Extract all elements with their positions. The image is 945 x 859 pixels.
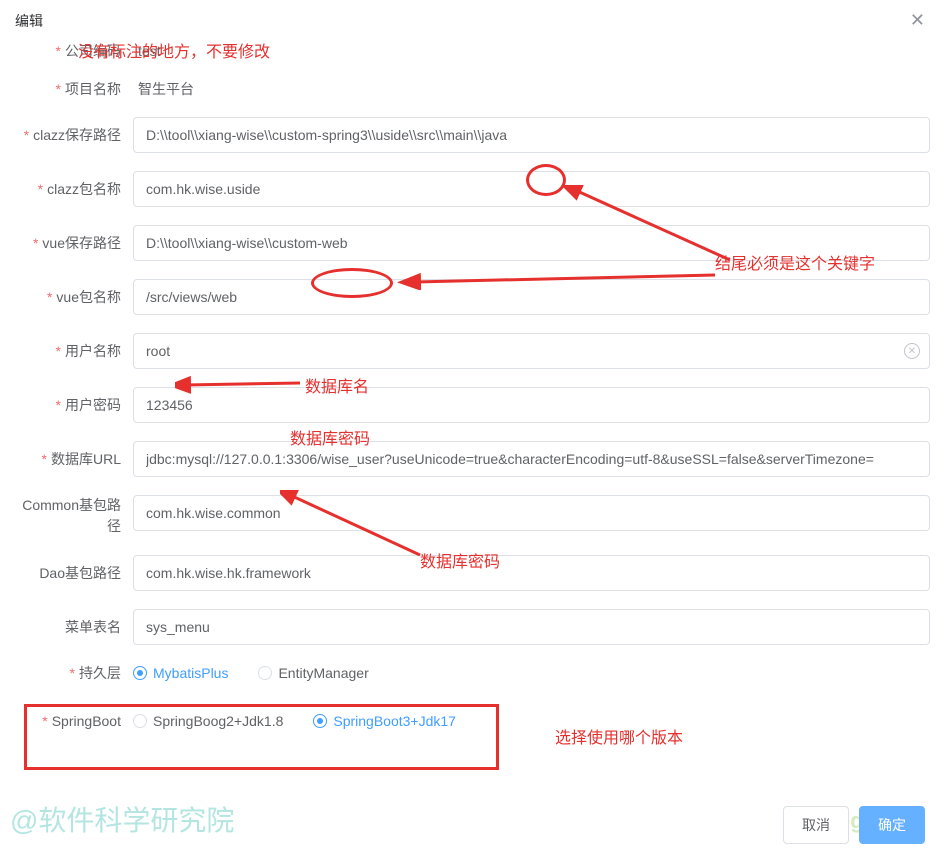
radio-group-persistence: MybatisPlus EntityManager xyxy=(133,665,369,681)
input-clazz-pkg[interactable] xyxy=(133,171,930,207)
label-password: 用户密码 xyxy=(15,395,133,415)
row-clazz-pkg: clazz包名称 xyxy=(15,171,930,207)
input-dao-pkg[interactable] xyxy=(133,555,930,591)
radio-springboot2[interactable]: SpringBoog2+Jdk1.8 xyxy=(133,713,283,729)
label-project-name: 项目名称 xyxy=(15,79,133,99)
radio-group-springboot: SpringBoog2+Jdk1.8 SpringBoot3+Jdk17 xyxy=(133,713,456,729)
clear-icon[interactable]: ✕ xyxy=(904,343,920,359)
row-db-url: 数据库URL xyxy=(15,441,930,477)
footer: 取消 确定 xyxy=(783,806,925,844)
label-persistence: 持久层 xyxy=(15,663,133,683)
label-vue-path: vue保存路径 xyxy=(15,233,133,253)
label-clazz-path: clazz保存路径 xyxy=(15,125,133,145)
row-menu-table: 菜单表名 xyxy=(15,609,930,645)
label-vue-pkg: vue包名称 xyxy=(15,287,133,307)
watermark-main: @软件科学研究院 xyxy=(10,799,234,839)
radio-springboot3[interactable]: SpringBoot3+Jdk17 xyxy=(313,713,456,729)
label-username: 用户名称 xyxy=(15,341,133,361)
value-project-name: 智生平台 xyxy=(133,79,194,99)
label-clazz-pkg: clazz包名称 xyxy=(15,179,133,199)
label-menu-table: 菜单表名 xyxy=(15,617,133,637)
label-springboot: SpringBoot xyxy=(15,713,133,729)
input-clazz-path[interactable] xyxy=(133,117,930,153)
confirm-button[interactable]: 确定 xyxy=(859,806,925,844)
row-username: 用户名称 ✕ xyxy=(15,333,930,369)
radio-icon xyxy=(133,714,147,728)
row-password: 用户密码 xyxy=(15,387,930,423)
radio-icon xyxy=(133,666,147,680)
row-dao-pkg: Dao基包路径 xyxy=(15,555,930,591)
modal-header: 编辑 ✕ xyxy=(0,0,945,41)
row-persistence: 持久层 MybatisPlus EntityManager xyxy=(15,663,930,683)
form-container: 公司编码 test 项目名称 智生平台 clazz保存路径 clazz包名称 v… xyxy=(0,41,945,729)
radio-mybatisplus[interactable]: MybatisPlus xyxy=(133,665,228,681)
input-password[interactable] xyxy=(133,387,930,423)
radio-label: MybatisPlus xyxy=(153,665,228,681)
label-db-url: 数据库URL xyxy=(15,449,133,469)
radio-label: EntityManager xyxy=(278,665,368,681)
input-menu-table[interactable] xyxy=(133,609,930,645)
radio-entitymanager[interactable]: EntityManager xyxy=(258,665,368,681)
input-common-pkg[interactable] xyxy=(133,495,930,531)
row-clazz-path: clazz保存路径 xyxy=(15,117,930,153)
label-common-pkg: Common基包路径 xyxy=(15,495,133,537)
input-vue-pkg[interactable] xyxy=(133,279,930,315)
row-springboot: SpringBoot SpringBoog2+Jdk1.8 SpringBoot… xyxy=(15,713,930,729)
cancel-button[interactable]: 取消 xyxy=(783,806,849,844)
modal-title: 编辑 xyxy=(15,11,43,31)
radio-icon xyxy=(313,714,327,728)
radio-icon xyxy=(258,666,272,680)
input-username[interactable] xyxy=(133,333,930,369)
radio-label: SpringBoot3+Jdk17 xyxy=(333,713,456,729)
radio-label: SpringBoog2+Jdk1.8 xyxy=(153,713,283,729)
value-company-code: test xyxy=(133,43,161,59)
input-db-url[interactable] xyxy=(133,441,930,477)
label-company-code: 公司编码 xyxy=(15,41,133,61)
label-dao-pkg: Dao基包路径 xyxy=(15,563,133,583)
row-company-code: 公司编码 test xyxy=(15,41,930,61)
row-vue-path: vue保存路径 xyxy=(15,225,930,261)
close-icon[interactable]: ✕ xyxy=(910,10,925,31)
input-vue-path[interactable] xyxy=(133,225,930,261)
row-vue-pkg: vue包名称 xyxy=(15,279,930,315)
row-common-pkg: Common基包路径 xyxy=(15,495,930,537)
row-project-name: 项目名称 智生平台 xyxy=(15,79,930,99)
